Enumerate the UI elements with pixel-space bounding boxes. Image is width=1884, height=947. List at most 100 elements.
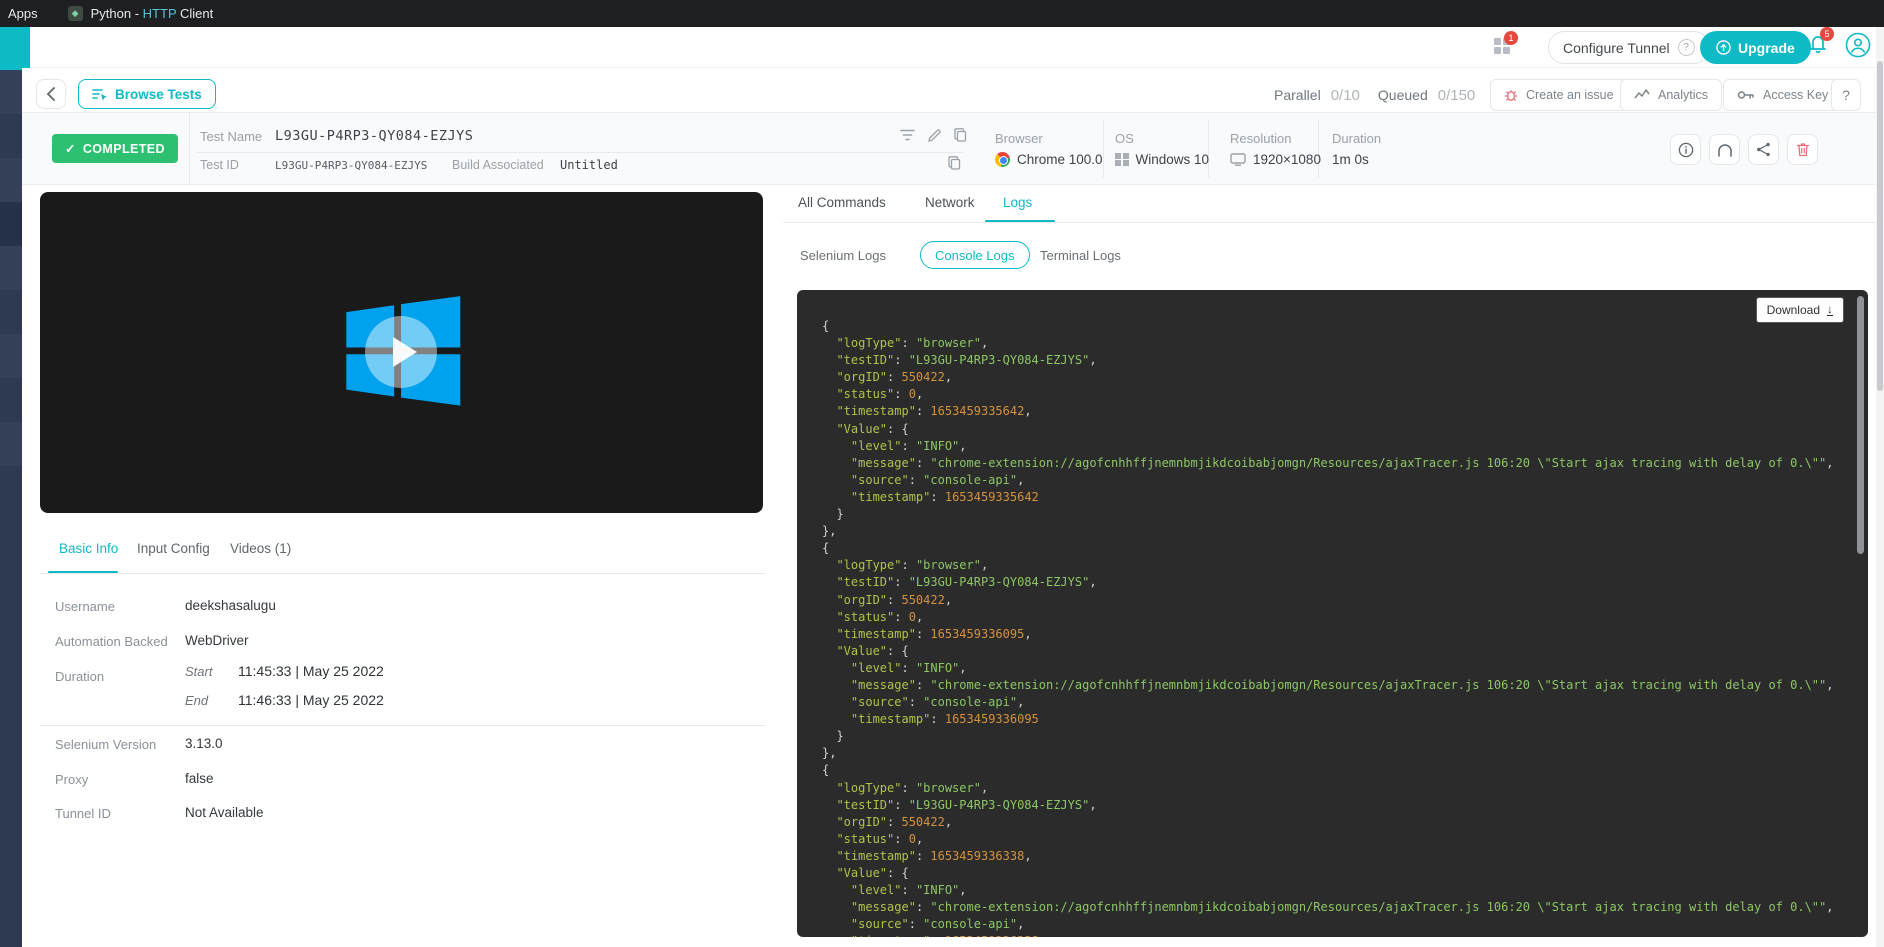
apps-grid-button[interactable]: 1 bbox=[1494, 38, 1510, 54]
sidebar-item-active[interactable] bbox=[0, 202, 22, 246]
divider bbox=[189, 113, 190, 185]
start-value: 11:45:33 | May 25 2022 bbox=[238, 663, 384, 679]
username-label: Username bbox=[55, 599, 115, 614]
duration-value: 1m 0s bbox=[1332, 152, 1369, 167]
divider bbox=[196, 152, 964, 153]
share-button[interactable] bbox=[1748, 134, 1779, 165]
sidebar-item[interactable] bbox=[0, 378, 22, 422]
test-name-value: L93GU-P4RP3-QY084-EZJYS bbox=[275, 128, 473, 144]
create-issue-button[interactable]: Create an issue bbox=[1490, 79, 1628, 111]
parallel-label: Parallel bbox=[1274, 87, 1321, 103]
test-id-label: Test ID bbox=[200, 158, 239, 172]
apps-menu[interactable]: Apps bbox=[8, 6, 38, 21]
duration-row-label: Duration bbox=[55, 669, 104, 684]
sidebar-item[interactable] bbox=[0, 246, 22, 290]
duration-label: Duration bbox=[1332, 131, 1381, 146]
analytics-chart-icon bbox=[1634, 89, 1650, 101]
analytics-button[interactable]: Analytics bbox=[1620, 79, 1722, 111]
divider bbox=[40, 573, 765, 574]
chrome-icon bbox=[995, 152, 1010, 167]
test-name-label: Test Name bbox=[200, 129, 262, 144]
test-id-value: L93GU-P4RP3-QY084-EZJYS bbox=[275, 159, 427, 172]
build-associated-value: Untitled bbox=[560, 158, 618, 172]
end-label: End bbox=[185, 693, 208, 708]
resolution-value: 1920×1080 bbox=[1230, 152, 1321, 167]
trash-icon bbox=[1796, 142, 1810, 157]
test-name-actions bbox=[900, 128, 967, 142]
tab-all-commands[interactable]: All Commands bbox=[798, 195, 886, 210]
copy-icon[interactable] bbox=[948, 156, 961, 170]
back-button[interactable] bbox=[36, 79, 66, 109]
browse-tests-button[interactable]: Browse Tests bbox=[78, 79, 216, 109]
window-app-icon: ◆ bbox=[68, 6, 83, 21]
os-taskbar: Apps ◆ Python - HTTP Client bbox=[0, 0, 1884, 27]
video-player[interactable] bbox=[40, 192, 763, 513]
copy-icon[interactable] bbox=[954, 128, 967, 142]
account-button[interactable] bbox=[1845, 32, 1871, 58]
apps-grid-badge: 1 bbox=[1504, 31, 1518, 45]
os-value: Windows 10 bbox=[1115, 152, 1209, 167]
start-label: Start bbox=[185, 664, 212, 679]
log-scrollbar-thumb[interactable] bbox=[1857, 296, 1864, 554]
username-value: deekshasalugu bbox=[185, 598, 276, 613]
sidebar-item[interactable] bbox=[0, 114, 22, 158]
queued-label: Queued bbox=[1378, 87, 1428, 103]
sidebar-item[interactable] bbox=[0, 290, 22, 334]
info-button[interactable] bbox=[1670, 134, 1701, 165]
tab-basic-info[interactable]: Basic Info bbox=[59, 541, 118, 556]
page-scrollbar-thumb[interactable] bbox=[1877, 61, 1883, 391]
info-icon bbox=[1678, 142, 1694, 158]
tunnel-id-value: Not Available bbox=[185, 805, 264, 820]
tab-terminal-logs[interactable]: Terminal Logs bbox=[1040, 248, 1121, 263]
parallel-value: 0/10 bbox=[1331, 87, 1360, 104]
resolution-label: Resolution bbox=[1230, 131, 1291, 146]
notifications-button[interactable]: 5 bbox=[1806, 32, 1830, 56]
end-value: 11:46:33 | May 25 2022 bbox=[238, 692, 384, 708]
bell-badge: 5 bbox=[1820, 27, 1834, 41]
tunnel-arch-icon bbox=[1717, 143, 1733, 157]
tab-videos[interactable]: Videos (1) bbox=[230, 541, 291, 556]
tab-input-config[interactable]: Input Config bbox=[137, 541, 210, 556]
play-button[interactable] bbox=[365, 316, 437, 388]
configure-tunnel-button[interactable]: Configure Tunnel ? bbox=[1548, 31, 1710, 64]
tab-logs[interactable]: Logs bbox=[1003, 195, 1032, 210]
filter-icon[interactable] bbox=[900, 129, 915, 141]
delete-test-button[interactable] bbox=[1787, 134, 1818, 165]
console-log-panel: Download ↓ { "logType": "browser", "test… bbox=[797, 290, 1868, 937]
avatar-icon bbox=[1845, 32, 1871, 58]
download-icon: ↓ bbox=[1827, 304, 1833, 316]
toolbar-help-button[interactable]: ? bbox=[1831, 79, 1861, 111]
os-label: OS bbox=[1115, 131, 1134, 146]
bug-icon bbox=[1504, 88, 1518, 102]
proxy-label: Proxy bbox=[55, 772, 88, 787]
tab-network[interactable]: Network bbox=[925, 195, 975, 210]
key-icon bbox=[1737, 89, 1755, 101]
tunnel-button[interactable] bbox=[1709, 134, 1740, 165]
upgrade-arrow-icon bbox=[1716, 40, 1731, 55]
access-key-button[interactable]: Access Key bbox=[1723, 79, 1842, 111]
test-list-icon bbox=[92, 88, 108, 101]
tunnel-id-label: Tunnel ID bbox=[55, 806, 111, 821]
tunnel-help-icon[interactable]: ? bbox=[1678, 39, 1695, 56]
status-badge: ✓ COMPLETED bbox=[52, 134, 178, 163]
build-associated-label: Build Associated bbox=[452, 158, 544, 172]
sidebar-item[interactable] bbox=[0, 70, 22, 114]
browser-label: Browser bbox=[995, 131, 1043, 146]
check-icon: ✓ bbox=[65, 141, 76, 156]
tab-console-logs[interactable]: Console Logs bbox=[920, 241, 1030, 269]
divider bbox=[1103, 120, 1104, 178]
divider bbox=[783, 222, 1884, 223]
edit-icon[interactable] bbox=[928, 129, 941, 142]
sidebar-item[interactable] bbox=[0, 466, 22, 510]
sidebar-item[interactable] bbox=[0, 334, 22, 378]
window-title[interactable]: Python - HTTP Client bbox=[91, 6, 214, 21]
test-summary-bar bbox=[22, 113, 1884, 185]
divider bbox=[1318, 120, 1319, 178]
browser-value: Chrome 100.0 bbox=[995, 152, 1103, 167]
automation-test-detail-page: Apps ◆ Python - HTTP Client 1 Configure … bbox=[0, 0, 1884, 947]
sidebar-item[interactable] bbox=[0, 422, 22, 466]
sidebar-item[interactable] bbox=[0, 158, 22, 202]
tab-selenium-logs[interactable]: Selenium Logs bbox=[800, 248, 886, 263]
upgrade-button[interactable]: Upgrade bbox=[1700, 31, 1811, 64]
page-scrollbar[interactable] bbox=[1876, 27, 1884, 947]
